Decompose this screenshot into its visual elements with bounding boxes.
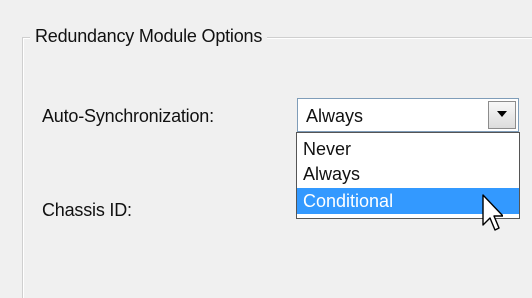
group-title: Redundancy Module Options: [30, 22, 268, 50]
auto-synchronization-combobox[interactable]: Always: [297, 98, 519, 132]
dropdown-button[interactable]: [488, 101, 516, 129]
combobox-selected-value: Always: [306, 106, 364, 126]
dropdown-option-never[interactable]: Never: [297, 136, 519, 162]
auto-synchronization-label: Auto-Synchronization:: [42, 106, 214, 126]
chassis-id-label: Chassis ID:: [42, 200, 132, 220]
chevron-down-icon: [497, 111, 507, 117]
dropdown-option-always[interactable]: Always: [297, 161, 519, 187]
mouse-pointer-icon: [482, 194, 503, 231]
